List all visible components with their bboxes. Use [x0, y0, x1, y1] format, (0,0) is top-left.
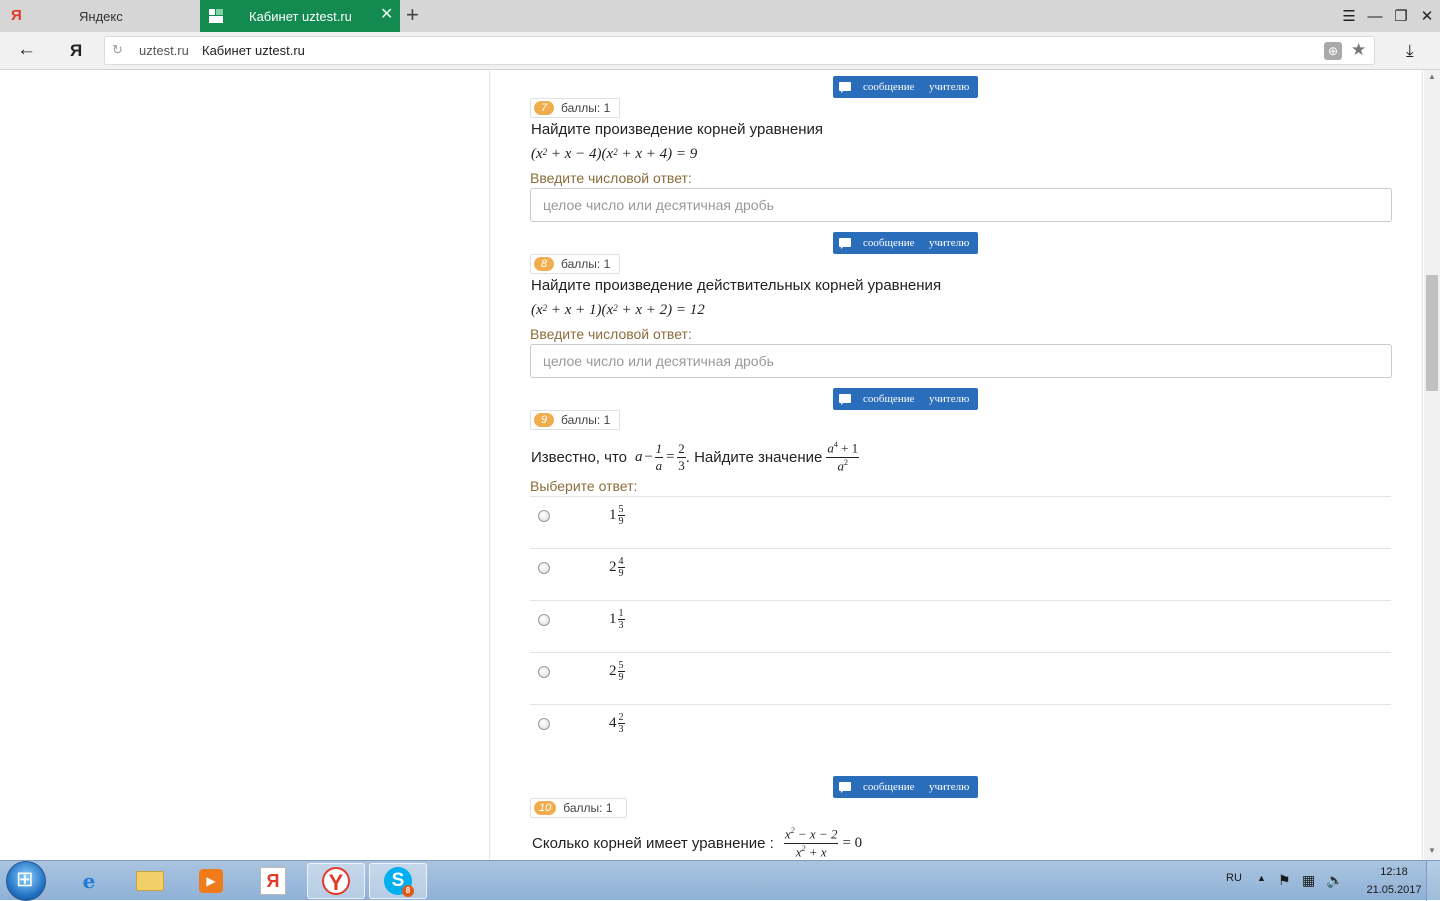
window-controls: ☰ — ❐ ✕: [1336, 0, 1440, 32]
media-player-icon[interactable]: ▶: [182, 863, 240, 899]
question-text: Известно, что a − 1a = 23 . Найдите знач…: [531, 440, 860, 473]
comment-icon: [839, 238, 851, 249]
tab-title: Яндекс: [79, 9, 123, 24]
answer-option[interactable]: 159: [530, 496, 1391, 548]
clock-date[interactable]: 21.05.2017: [1358, 884, 1430, 896]
file-explorer-icon[interactable]: [121, 863, 179, 899]
content-right-border: [1422, 70, 1423, 860]
answer-prompt: Введите числовой ответ:: [530, 170, 692, 186]
language-indicator[interactable]: RU: [1226, 872, 1242, 884]
tab-bar: Я Яндекс Кабинет uztest.ru ✕ + ☰ — ❐ ✕: [0, 0, 1440, 32]
question-points: баллы: 1: [561, 413, 611, 427]
option-value: 249: [609, 556, 625, 579]
start-button-icon[interactable]: [6, 861, 46, 901]
yandex-home-icon[interactable]: Я: [70, 41, 82, 61]
vertical-scrollbar[interactable]: ▲ ▼: [1424, 70, 1440, 860]
minimize-icon[interactable]: —: [1362, 0, 1388, 32]
radio-button[interactable]: [538, 510, 550, 522]
radio-button[interactable]: [538, 614, 550, 626]
answer-option[interactable]: 423: [530, 704, 1391, 756]
yandex-favicon-icon: Я: [11, 7, 22, 24]
numeric-answer-input[interactable]: [530, 344, 1392, 378]
action-center-flag-icon[interactable]: ⚑: [1278, 872, 1291, 889]
question-points: баллы: 1: [561, 101, 611, 115]
radio-button[interactable]: [538, 562, 550, 574]
tray-expand-icon[interactable]: ▲: [1257, 873, 1266, 883]
close-window-icon[interactable]: ✕: [1414, 0, 1440, 32]
question-number-badge: 7: [534, 101, 554, 115]
scrollbar-thumb[interactable]: [1426, 275, 1438, 391]
tab-yandex[interactable]: Я Яндекс: [0, 0, 200, 32]
skype-badge: 8: [402, 885, 414, 897]
answer-prompt: Выберите ответ:: [530, 478, 638, 494]
clock-time[interactable]: 12:18: [1368, 866, 1420, 878]
restore-icon[interactable]: ❐: [1388, 0, 1414, 32]
comment-icon: [839, 782, 851, 793]
address-bar[interactable]: ↻ uztest.ru Кабинет uztest.ru ⊕ ★: [104, 36, 1375, 65]
tab-title: Кабинет uztest.ru: [249, 9, 352, 24]
bookmark-star-icon[interactable]: ★: [1351, 40, 1366, 60]
menu-icon[interactable]: ☰: [1336, 0, 1362, 32]
question-header: 10 баллы: 1: [530, 798, 627, 818]
question-text: Сколько корней имеет уравнение : x2 − x …: [532, 826, 863, 859]
comment-icon: [839, 394, 851, 405]
option-value: 259: [609, 660, 625, 683]
option-value: 423: [609, 712, 625, 735]
message-teacher-button[interactable]: сообщение учителю: [833, 76, 978, 98]
question-text: Найдите произведение корней уравнения: [531, 121, 824, 138]
scroll-up-icon[interactable]: ▲: [1428, 72, 1436, 81]
protect-icon[interactable]: ⊕: [1324, 42, 1342, 60]
internet-explorer-icon[interactable]: e: [60, 863, 118, 899]
question-formula: (x2 + x − 4)(x2 + x + 4) = 9: [531, 146, 698, 162]
comment-icon: [839, 82, 851, 93]
question-text: Найдите произведение действительных корн…: [531, 277, 942, 294]
answer-option[interactable]: 113: [530, 600, 1391, 652]
reload-icon[interactable]: ↻: [112, 42, 123, 58]
address-page-title: Кабинет uztest.ru: [202, 43, 305, 58]
show-desktop-button[interactable]: [1426, 861, 1440, 901]
yandex-browser-icon[interactable]: Y: [307, 863, 365, 899]
question-header: 7 баллы: 1: [530, 98, 620, 118]
option-value: 113: [609, 608, 625, 631]
address-domain: uztest.ru: [139, 43, 189, 58]
question-header: 8 баллы: 1: [530, 254, 620, 274]
radio-button[interactable]: [538, 666, 550, 678]
close-tab-icon[interactable]: ✕: [380, 7, 393, 23]
skype-icon[interactable]: S8: [369, 863, 427, 899]
question-formula: (x2 + x + 1)(x2 + x + 2) = 12: [531, 302, 705, 318]
answer-prompt: Введите числовой ответ:: [530, 326, 692, 342]
question-number-badge: 9: [534, 413, 554, 427]
question-points: баллы: 1: [561, 257, 611, 271]
message-teacher-button[interactable]: сообщение учителю: [833, 776, 978, 798]
message-teacher-button[interactable]: сообщение учителю: [833, 232, 978, 254]
question-number-badge: 8: [534, 257, 554, 271]
taskbar: e ▶ Я Y S8 RU ▲ ⚑ ▦ 🔈 12:18 21.05.2017: [0, 860, 1440, 901]
back-arrow-icon[interactable]: ←: [17, 40, 36, 60]
answer-option[interactable]: 249: [530, 548, 1391, 600]
yandex-app-icon[interactable]: Я: [244, 863, 302, 899]
question-number-badge: 10: [534, 801, 557, 815]
option-value: 159: [609, 504, 625, 527]
volume-icon[interactable]: 🔈: [1326, 872, 1343, 889]
radio-button[interactable]: [538, 718, 550, 730]
message-teacher-button[interactable]: сообщение учителю: [833, 388, 978, 410]
numeric-answer-input[interactable]: [530, 188, 1392, 222]
page-content: сообщение учителю 7 баллы: 1 Найдите про…: [0, 70, 1440, 860]
tab-cabinet[interactable]: Кабинет uztest.ru ✕: [200, 0, 400, 32]
question-points: баллы: 1: [563, 801, 613, 815]
new-tab-icon[interactable]: +: [406, 4, 419, 26]
download-icon[interactable]: ⤓: [1406, 41, 1414, 61]
browser-toolbar: ← Я ↻ uztest.ru Кабинет uztest.ru ⊕ ★ ⤓: [0, 32, 1440, 70]
question-header: 9 баллы: 1: [530, 410, 620, 430]
answer-option[interactable]: 259: [530, 652, 1391, 704]
scroll-down-icon[interactable]: ▼: [1428, 846, 1436, 855]
content-left-border: [489, 70, 490, 860]
network-icon[interactable]: ▦: [1302, 872, 1315, 889]
uztest-favicon-icon: [209, 9, 223, 23]
